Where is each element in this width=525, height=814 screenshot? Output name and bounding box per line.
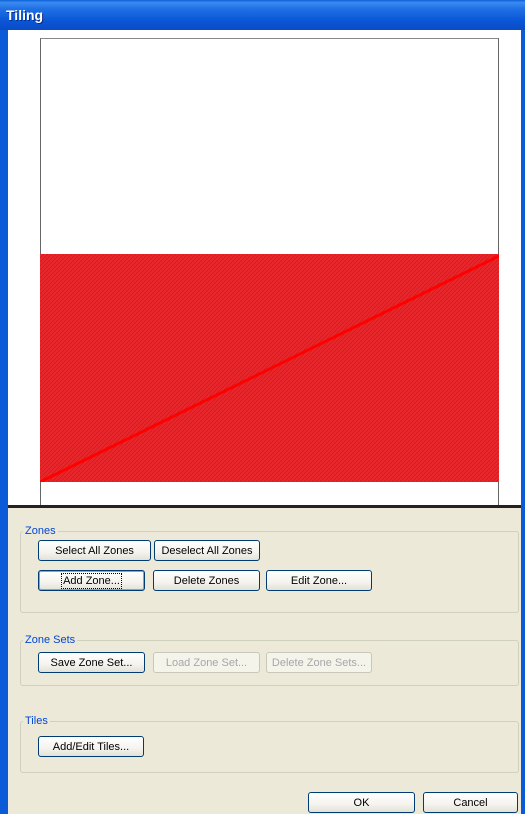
tiles-group-label: Tiles [25, 715, 48, 727]
edit-zone-button[interactable]: Edit Zone... [266, 570, 372, 591]
deselect-all-zones-button[interactable]: Deselect All Zones [154, 540, 260, 561]
window-title: Tiling [6, 7, 44, 23]
delete-zone-sets-button[interactable]: Delete Zone Sets... [266, 652, 372, 673]
add-edit-tiles-button[interactable]: Add/Edit Tiles... [38, 736, 144, 757]
window-title-bar[interactable]: Tiling [0, 0, 525, 30]
load-zone-set-button[interactable]: Load Zone Set... [153, 652, 260, 673]
cancel-button[interactable]: Cancel [423, 792, 518, 813]
zones-group: Zones [20, 525, 519, 613]
select-all-zones-button[interactable]: Select All Zones [38, 540, 151, 561]
zone-region[interactable] [40, 254, 499, 482]
delete-zones-button[interactable]: Delete Zones [153, 570, 260, 591]
window-frame-right [521, 30, 525, 814]
window-frame-left [0, 30, 8, 814]
zones-group-label: Zones [25, 525, 56, 537]
ok-button[interactable]: OK [308, 792, 415, 813]
add-zone-button[interactable]: Add Zone... [38, 570, 145, 591]
controls-panel: Zones Select All Zones Deselect All Zone… [8, 508, 521, 814]
save-zone-set-button[interactable]: Save Zone Set... [38, 652, 145, 673]
zone-sets-group-label: Zone Sets [25, 634, 76, 646]
